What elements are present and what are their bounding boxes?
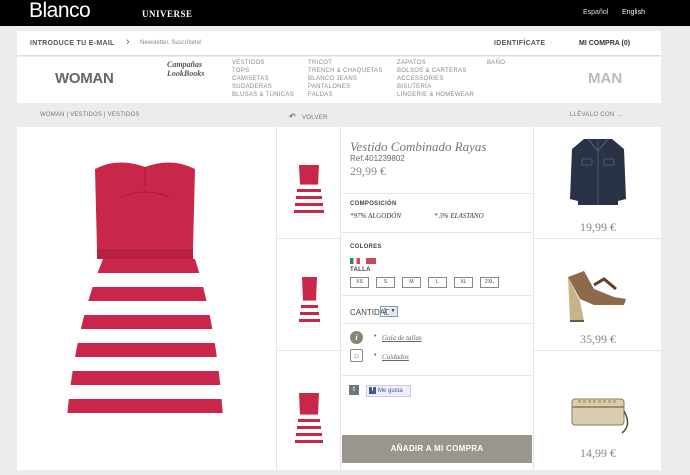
nav-item[interactable]: FALDAS (308, 91, 383, 99)
size-option-s[interactable]: S (376, 277, 395, 288)
nav-item[interactable]: BISUTERÍA (397, 83, 474, 91)
take-it-with-heading: LLÉVALO CON ... (570, 112, 623, 118)
chevron-down-icon: ▼ (389, 307, 397, 316)
twitter-icon[interactable]: t (349, 385, 359, 395)
divider (342, 232, 532, 233)
back-label: VOLVER (301, 115, 328, 121)
lang-es-link[interactable]: Español (583, 9, 608, 16)
quantity-select[interactable]: 1 ▼ (380, 306, 398, 317)
nav-item[interactable]: CAMISETAS (232, 75, 294, 83)
related-price: 14,99 € (580, 446, 616, 460)
product-title: Vestido Combinado Rayas (350, 139, 487, 154)
separator: · (550, 39, 553, 46)
lang-en-link[interactable]: English (622, 9, 645, 16)
nav-item[interactable]: TRICOT (308, 59, 383, 67)
divider (342, 295, 532, 296)
nav-item[interactable]: TRENCH & CHAQUETAS (308, 67, 383, 75)
bullet: • (374, 333, 377, 340)
quantity-value: 1 (383, 308, 387, 315)
size-label: TALLA (350, 267, 371, 273)
divider (342, 323, 532, 324)
thumbnail[interactable] (277, 239, 342, 351)
facebook-like-button[interactable]: f Me gusta (366, 385, 411, 397)
login-link[interactable]: IDENTIFÍCATE (494, 40, 545, 47)
cart-link[interactable]: MI COMPRA (0) (579, 40, 630, 47)
campaigns-link[interactable]: Campañas LookBooks (167, 60, 204, 78)
nav-item[interactable]: BLANCO JEANS (308, 75, 383, 83)
divider (342, 193, 532, 194)
add-to-cart-button[interactable]: AÑADIR A MI COMPRA (342, 435, 532, 463)
lookbooks-label: LookBooks (167, 69, 205, 78)
main-nav: WOMAN Campañas LookBooks VESTIDOS TOPS C… (17, 57, 661, 103)
top-bar: Blanco UNIVERSE Español English (0, 0, 690, 26)
info-icon: i (350, 331, 363, 344)
newsletter-text: Newsletter. Suscríbete! (140, 40, 202, 46)
related-item[interactable]: 14,99 € (534, 351, 662, 470)
woman-section-link[interactable]: WOMAN (55, 70, 114, 87)
nav-item[interactable]: VESTIDOS (232, 59, 294, 67)
related-item[interactable]: 35,99 € (534, 239, 662, 351)
thumbnail[interactable] (277, 351, 342, 470)
care-icon: ⌂ (350, 349, 363, 362)
nav-col-4: BAÑO (487, 59, 505, 67)
related-products: 19,99 € 35,99 € 14,99 € (533, 127, 662, 470)
email-input-label[interactable]: INTRODUCE TU E-MAIL (30, 40, 115, 47)
nav-item[interactable]: BLUSAS & TÚNICAS (232, 91, 294, 99)
colors-label: COLORES (350, 244, 382, 250)
size-option-m[interactable]: M (402, 277, 421, 288)
composition-cotton: *97% ALGODÓN (350, 212, 402, 220)
related-price: 35,99 € (580, 332, 616, 346)
nav-item[interactable]: TOPS (232, 67, 294, 75)
care-link[interactable]: Cuidados (382, 353, 409, 361)
nav-col-1: VESTIDOS TOPS CAMISETAS SUDADERAS BLUSAS… (232, 59, 294, 99)
nav-col-2: TRICOT TRENCH & CHAQUETAS BLANCO JEANS P… (308, 59, 383, 99)
related-price: 19,99 € (580, 220, 616, 234)
product-price: 29,99 € (350, 164, 386, 178)
composition-elastane: * 3% ELASTANO (434, 212, 484, 220)
nav-item[interactable]: SUDADERAS (232, 83, 294, 91)
size-option-xl[interactable]: XL (454, 277, 473, 288)
color-swatch-2[interactable] (366, 258, 376, 264)
like-label: Me gusta (378, 388, 403, 394)
thumbnail-strip (276, 127, 342, 470)
dress-thumb-icon (293, 165, 325, 216)
campaigns-label: Campañas (167, 60, 203, 69)
breadcrumb[interactable]: WOMAN | VESTIDOS | VESTIDOS (40, 112, 140, 118)
size-option-l[interactable]: L (428, 277, 447, 288)
back-arrow-icon: ↶ (289, 112, 297, 121)
nav-col-3: ZAPATOS BOLSOS & CARTERAS ACCESSORIES BI… (397, 59, 474, 99)
product-main-image[interactable] (17, 127, 275, 463)
dress-thumb-icon (297, 277, 321, 328)
back-link[interactable]: ↶ VOLVER (289, 112, 328, 121)
facebook-icon: f (369, 386, 376, 394)
account-bar: INTRODUCE TU E-MAIL › Newsletter. Suscrí… (17, 31, 661, 56)
nav-item[interactable]: LINGERIE & HOMEWEAR (397, 91, 474, 99)
nav-item[interactable]: ZAPATOS (397, 59, 474, 67)
bullet: • (374, 352, 377, 359)
size-option-xs[interactable]: XS (350, 277, 369, 288)
size-option-2xl[interactable]: 2XL (480, 277, 499, 288)
man-section-link[interactable]: MAN (588, 70, 622, 87)
universe-link[interactable]: UNIVERSE (142, 9, 193, 19)
composition-label: COMPOSICIÓN (350, 201, 397, 207)
nav-item[interactable]: PANTALONES (308, 83, 383, 91)
color-swatch-1[interactable] (350, 258, 360, 264)
nav-item[interactable]: BAÑO (487, 59, 505, 67)
blanco-logo[interactable]: Blanco (29, 0, 91, 23)
related-item[interactable]: 19,99 € (534, 127, 662, 239)
size-guide-link[interactable]: Guía de tallas (382, 334, 422, 342)
chevron-right-icon[interactable]: › (126, 36, 130, 48)
thumbnail[interactable] (277, 127, 342, 239)
dress-thumb-icon (294, 393, 324, 444)
nav-item[interactable]: BOLSOS & CARTERAS (397, 67, 474, 75)
dress-image (67, 162, 223, 429)
product-info: Vestido Combinado Rayas Ref.401239802 29… (342, 127, 532, 470)
nav-item[interactable]: ACCESSORIES (397, 75, 474, 83)
product-ref: Ref.401239802 (350, 154, 405, 163)
divider (342, 375, 532, 376)
